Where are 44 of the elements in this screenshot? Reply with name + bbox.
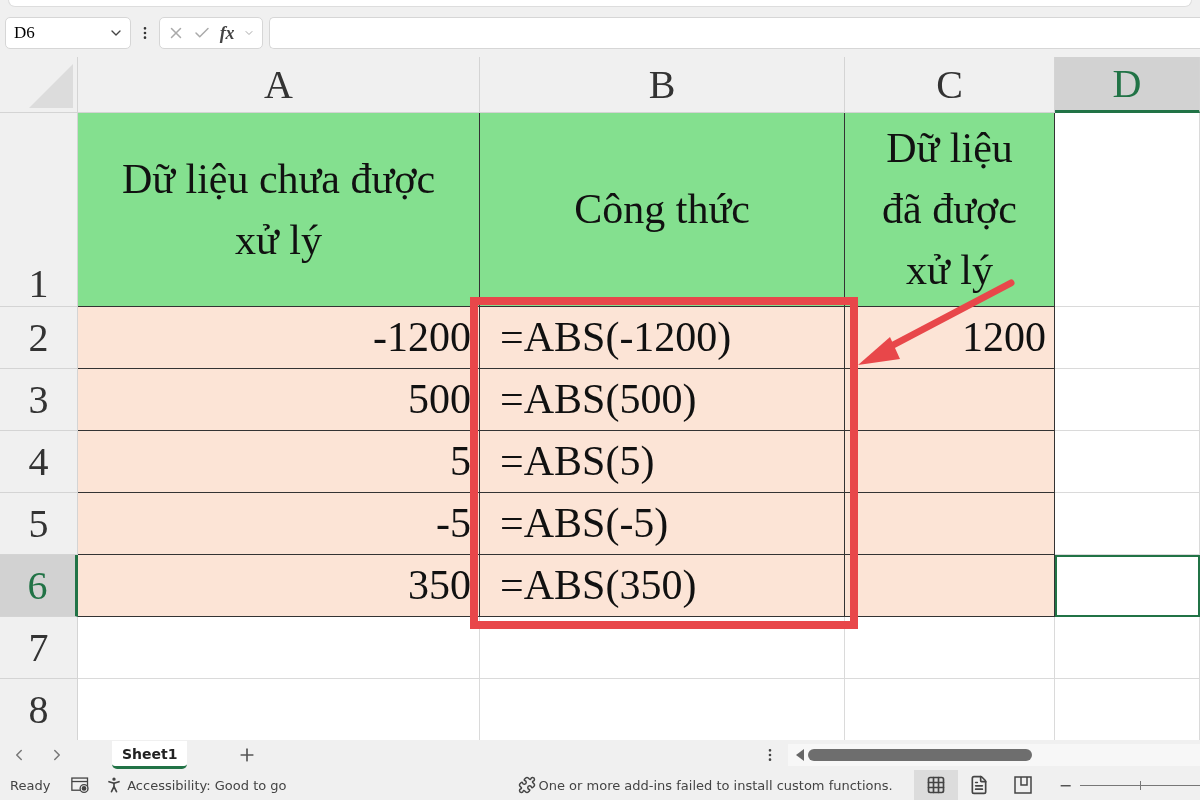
table-cell[interactable]: 350 bbox=[78, 555, 480, 617]
horizontal-scrollbar[interactable] bbox=[788, 744, 1200, 766]
table-cell[interactable]: =ABS(5) bbox=[480, 431, 845, 493]
status-message[interactable]: One or more add-ins failed to install custom functions. bbox=[538, 777, 893, 793]
row-header[interactable]: 2 bbox=[0, 307, 78, 369]
column-header[interactable]: C bbox=[845, 57, 1055, 113]
table-cell[interactable]: =ABS(350) bbox=[480, 555, 845, 617]
puzzle-icon bbox=[517, 776, 536, 794]
row-header[interactable]: 1 bbox=[0, 113, 78, 307]
header-cell[interactable]: Công thức bbox=[480, 113, 845, 307]
insert-function-button[interactable]: fx bbox=[219, 22, 235, 44]
row-header[interactable]: 5 bbox=[0, 493, 78, 555]
table-cell[interactable]: -5 bbox=[78, 493, 480, 555]
table-cell[interactable]: -1200 bbox=[78, 307, 480, 369]
header-cell[interactable]: Dữ liệu chưa được xử lý bbox=[78, 113, 480, 307]
table-cell[interactable] bbox=[845, 555, 1055, 617]
column-header[interactable]: B bbox=[480, 57, 845, 113]
table-cell[interactable]: 5 bbox=[78, 431, 480, 493]
name-box[interactable]: D6 bbox=[5, 17, 131, 49]
macro-record-icon[interactable] bbox=[71, 775, 91, 795]
document-icon bbox=[969, 775, 990, 795]
zoom-out-button[interactable]: − bbox=[1058, 775, 1073, 795]
table-cell[interactable] bbox=[845, 493, 1055, 555]
table-cell[interactable] bbox=[845, 431, 1055, 493]
accessibility-status[interactable]: Accessibility: Good to go bbox=[127, 777, 287, 793]
table-cell[interactable]: 500 bbox=[78, 369, 480, 431]
column-header[interactable]: D bbox=[1055, 57, 1200, 113]
table-cell[interactable]: =ABS(500) bbox=[480, 369, 845, 431]
table-cell[interactable]: =ABS(-1200) bbox=[480, 307, 845, 369]
page-break-icon bbox=[1012, 775, 1033, 795]
row-header[interactable]: 6 bbox=[0, 555, 78, 617]
table-cell[interactable]: =ABS(-5) bbox=[480, 493, 845, 555]
sheet-tab[interactable]: Sheet1 bbox=[112, 741, 188, 769]
normal-view-button[interactable] bbox=[914, 770, 958, 800]
row-header[interactable]: 8 bbox=[0, 679, 78, 740]
column-header[interactable]: A bbox=[78, 57, 480, 113]
row-header[interactable]: 3 bbox=[0, 369, 78, 431]
status-mode: Ready bbox=[10, 777, 51, 793]
header-cell[interactable]: Dữ liệu đã được xử lý bbox=[845, 113, 1055, 307]
table-cell[interactable] bbox=[845, 369, 1055, 431]
formula-field[interactable] bbox=[269, 17, 1200, 49]
row-header[interactable]: 4 bbox=[0, 431, 78, 493]
grid-icon bbox=[926, 775, 947, 795]
row-header[interactable]: 7 bbox=[0, 617, 78, 679]
